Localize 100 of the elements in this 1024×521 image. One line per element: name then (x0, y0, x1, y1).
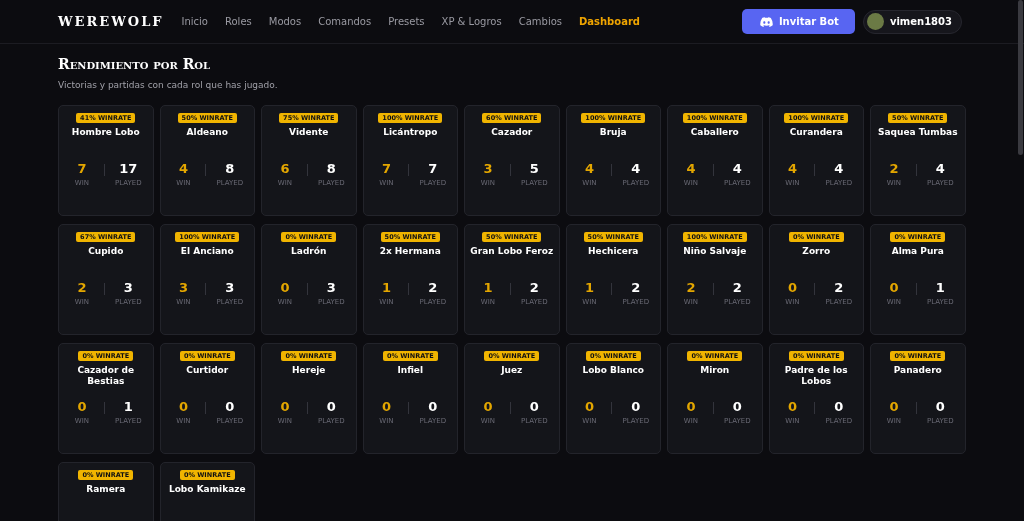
role-name: Gran Lobo Feroz (469, 246, 555, 258)
played-count: 2 (834, 280, 844, 295)
win-count: 3 (483, 161, 493, 176)
played-count: 17 (119, 161, 138, 176)
played-count: 7 (428, 161, 438, 176)
win-count: 0 (889, 280, 899, 295)
win-count: 7 (381, 161, 391, 176)
win-count: 0 (178, 399, 188, 414)
role-name: Curtidor (185, 365, 230, 377)
role-name: Ladrón (290, 246, 328, 258)
win-count: 0 (381, 399, 391, 414)
played-count: 8 (326, 161, 336, 176)
nav-link[interactable]: Dashboard (579, 16, 640, 27)
played-count: 4 (631, 161, 641, 176)
role-name: Hechicera (587, 246, 640, 258)
played-count: 8 (225, 161, 235, 176)
role-name: Aldeano (185, 127, 229, 139)
nav-link[interactable]: Comandos (318, 16, 372, 27)
role-name: Bruja (598, 127, 628, 139)
role-name: Cazador de Bestias (76, 365, 136, 388)
played-count: 0 (529, 399, 539, 414)
role-name: Saquea Tumbas (877, 127, 959, 139)
played-count: 4 (732, 161, 742, 176)
win-count: 3 (178, 280, 188, 295)
scrollbar[interactable] (1018, 0, 1023, 155)
played-count: 2 (428, 280, 438, 295)
win-count: 2 (889, 161, 899, 176)
role-name: Zorro (801, 246, 832, 258)
played-count: 1 (123, 399, 133, 414)
played-count: 3 (225, 280, 235, 295)
win-count: 0 (77, 399, 87, 414)
played-count: 0 (326, 399, 336, 414)
win-count: 2 (686, 280, 696, 295)
role-name: Miron (699, 365, 731, 377)
win-count: 0 (280, 399, 290, 414)
nav-link[interactable]: Inicio (181, 16, 208, 27)
win-count: 0 (889, 399, 899, 414)
user-menu[interactable]: vimen1803 (862, 9, 962, 34)
played-count: 3 (123, 280, 133, 295)
played-count: 0 (935, 399, 945, 414)
win-count: 0 (787, 280, 797, 295)
played-count: 5 (529, 161, 539, 176)
role-name: El Anciano (179, 246, 235, 258)
nav-link[interactable]: Roles (225, 16, 252, 27)
nav-link[interactable]: Presets (388, 16, 425, 27)
played-count: 1 (935, 280, 945, 295)
win-count: 4 (686, 161, 696, 176)
role-name: Niño Salvaje (682, 246, 748, 258)
played-count: 3 (326, 280, 336, 295)
role-name: Alma Pura (890, 246, 945, 258)
role-name: Licántropo (382, 127, 439, 139)
win-count: 1 (483, 280, 493, 295)
role-name: Hombre Lobo (70, 127, 141, 139)
played-count: 2 (529, 280, 539, 295)
role-name: 2x Hermana (378, 246, 442, 258)
role-name: Panadero (892, 365, 943, 377)
role-name: Ramera (85, 484, 127, 496)
role-name: Curandera (788, 127, 844, 139)
played-count: 0 (834, 399, 844, 414)
played-count: 4 (834, 161, 844, 176)
section-subtitle: Victorias y partidas con cada rol que has jugado. (58, 80, 279, 90)
win-count: 0 (686, 399, 696, 414)
win-count: 4 (787, 161, 797, 176)
avatar (866, 13, 884, 30)
role-name: Juez (499, 365, 524, 377)
username: vimen1803 (889, 16, 952, 27)
role-name: Padre de los Lobos (783, 365, 849, 388)
played-count: 2 (631, 280, 641, 295)
section-title: Rendimiento por Rol (58, 56, 212, 72)
win-count: 4 (584, 161, 594, 176)
role-name: Lobo Kamikaze (167, 484, 247, 496)
played-count: 4 (935, 161, 945, 176)
game-controller-icon (759, 16, 773, 27)
role-name: Hereje (291, 365, 327, 377)
win-count: 0 (787, 399, 797, 414)
played-count: 0 (225, 399, 235, 414)
brand-logo[interactable]: WEREWOLF (58, 14, 164, 29)
nav-link[interactable]: Modos (268, 16, 302, 27)
win-count: 4 (178, 161, 188, 176)
win-count: 0 (584, 399, 594, 414)
role-name: Infiel (396, 365, 425, 377)
played-count: 0 (732, 399, 742, 414)
played-count: 0 (428, 399, 438, 414)
role-name: Vidente (288, 127, 330, 139)
role-name: Lobo Blanco (581, 365, 646, 377)
win-count: 0 (280, 280, 290, 295)
win-count: 0 (483, 399, 493, 414)
nav-link[interactable]: XP & Logros (441, 16, 502, 27)
win-count: 2 (77, 280, 87, 295)
played-count: 2 (732, 280, 742, 295)
win-count: 6 (280, 161, 290, 176)
played-count: 0 (631, 399, 641, 414)
role-name: Cazador (490, 127, 534, 139)
invite-bot-button[interactable]: Invitar Bot (741, 9, 855, 34)
win-count: 7 (77, 161, 87, 176)
win-count: 1 (381, 280, 391, 295)
role-name: Caballero (689, 127, 740, 139)
role-name: Cupido (87, 246, 125, 258)
win-count: 1 (584, 280, 594, 295)
nav-link[interactable]: Cambios (518, 16, 562, 27)
